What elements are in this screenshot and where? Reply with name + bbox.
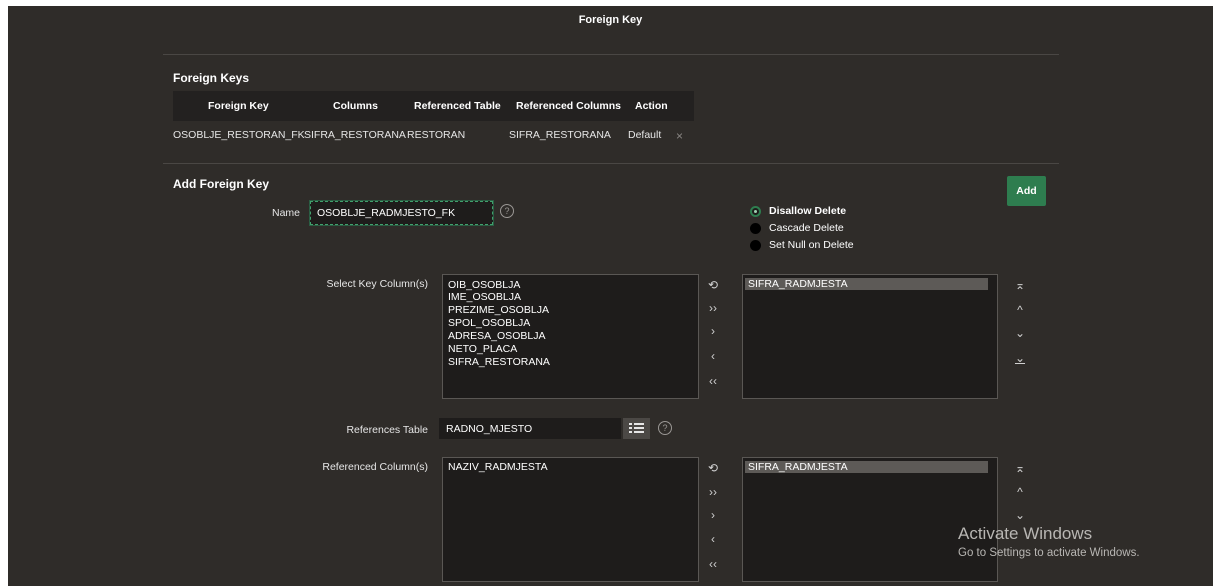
move-all-icon[interactable]: ›› — [705, 301, 721, 315]
table-row: OSOBLJE_RESTORAN_FK SIFRA_RESTORANA REST… — [173, 129, 694, 145]
help-icon[interactable]: ? — [658, 421, 672, 435]
referenced-columns-label: Referenced Column(s) — [322, 461, 428, 473]
list-item[interactable]: SIFRA_RADMJESTA — [745, 278, 988, 290]
list-icon[interactable] — [623, 418, 650, 439]
list-item[interactable]: SPOL_OSOBLJA — [448, 317, 530, 329]
remove-icon[interactable]: ‹ — [705, 532, 721, 546]
remove-all-icon[interactable]: ‹‹ — [705, 374, 721, 388]
divider — [163, 54, 1059, 55]
reset-icon[interactable]: ⟲ — [705, 461, 721, 475]
column-header[interactable]: Referenced Table — [414, 91, 501, 121]
column-header[interactable]: Foreign Key — [208, 91, 269, 121]
move-down-icon[interactable]: ⌄ — [1012, 508, 1028, 522]
divider — [163, 163, 1059, 164]
cascade-delete-radio[interactable] — [750, 223, 761, 234]
cascade-delete-label[interactable]: Cascade Delete — [769, 222, 844, 234]
selected-referenced-columns-list[interactable]: SIFRA_RADMJESTA — [742, 457, 998, 582]
move-down-icon[interactable]: ⌄ — [1012, 326, 1028, 340]
move-top-icon[interactable]: ⌅ — [1012, 278, 1028, 292]
list-item[interactable]: OIB_OSOBLJA — [448, 279, 520, 291]
column-header[interactable]: Columns — [333, 91, 378, 121]
move-bottom-icon[interactable]: ⌄ — [1012, 351, 1028, 365]
list-item[interactable]: IME_OSOBLJA — [448, 291, 521, 303]
list-item[interactable]: SIFRA_RESTORANA — [448, 356, 550, 368]
disallow-delete-label[interactable]: Disallow Delete — [769, 205, 846, 217]
fk-name-cell: OSOBLJE_RESTORAN_FK — [173, 129, 305, 141]
list-item[interactable]: PREZIME_OSOBLJA — [448, 304, 549, 316]
references-table-input[interactable]: RADNO_MJESTO — [439, 418, 621, 439]
disallow-delete-radio[interactable] — [750, 206, 761, 217]
move-icon[interactable]: › — [705, 324, 721, 338]
move-all-icon[interactable]: ›› — [705, 485, 721, 499]
close-icon[interactable]: × — [676, 129, 683, 143]
key-columns-label: Select Key Column(s) — [326, 278, 428, 290]
page-title: Foreign Key — [578, 14, 643, 26]
watermark-subtitle: Go to Settings to activate Windows. — [958, 547, 1140, 559]
add-button[interactable]: Add — [1007, 176, 1046, 206]
available-key-columns-list[interactable]: OIB_OSOBLJA IME_OSOBLJA PREZIME_OSOBLJA … — [442, 274, 699, 399]
column-header[interactable]: Referenced Columns — [516, 91, 621, 121]
column-header[interactable]: Action — [635, 91, 668, 121]
remove-all-icon[interactable]: ‹‹ — [705, 557, 721, 571]
references-table-label: References Table — [346, 424, 428, 436]
reset-icon[interactable]: ⟲ — [705, 278, 721, 292]
move-top-icon[interactable]: ⌅ — [1012, 461, 1028, 475]
name-label: Name — [271, 207, 300, 219]
foreign-keys-section-title: Foreign Keys — [173, 71, 250, 85]
list-item[interactable]: NAZIV_RADMJESTA — [448, 461, 548, 473]
set-null-delete-label[interactable]: Set Null on Delete — [769, 239, 854, 251]
set-null-delete-radio[interactable] — [750, 240, 761, 251]
fk-referenced-table-cell: RESTORAN — [407, 129, 466, 141]
name-input[interactable]: OSOBLJE_RADMJESTO_FK — [309, 200, 494, 226]
fk-action-cell: Default — [628, 129, 662, 141]
fk-columns-cell: SIFRA_RESTORANA — [304, 129, 406, 141]
remove-icon[interactable]: ‹ — [705, 349, 721, 363]
fk-referenced-columns-cell: SIFRA_RESTORANA — [509, 129, 611, 141]
help-icon[interactable]: ? — [500, 204, 514, 218]
add-foreign-key-section-title: Add Foreign Key — [173, 177, 270, 191]
foreign-key-dialog: Foreign Key Foreign Keys Foreign Key Col… — [8, 6, 1213, 586]
move-icon[interactable]: › — [705, 508, 721, 522]
selected-key-columns-list[interactable]: SIFRA_RADMJESTA — [742, 274, 998, 399]
list-item[interactable]: SIFRA_RADMJESTA — [745, 461, 988, 473]
available-referenced-columns-list[interactable]: NAZIV_RADMJESTA — [442, 457, 699, 582]
list-item[interactable]: NETO_PLACA — [448, 343, 517, 355]
move-up-icon[interactable]: ^ — [1012, 485, 1028, 499]
list-item[interactable]: ADRESA_OSOBLJA — [448, 330, 545, 342]
watermark-title: Activate Windows — [958, 524, 1093, 543]
move-up-icon[interactable]: ^ — [1012, 303, 1028, 317]
foreign-keys-table-header: Foreign Key Columns Referenced Table Ref… — [173, 91, 694, 121]
